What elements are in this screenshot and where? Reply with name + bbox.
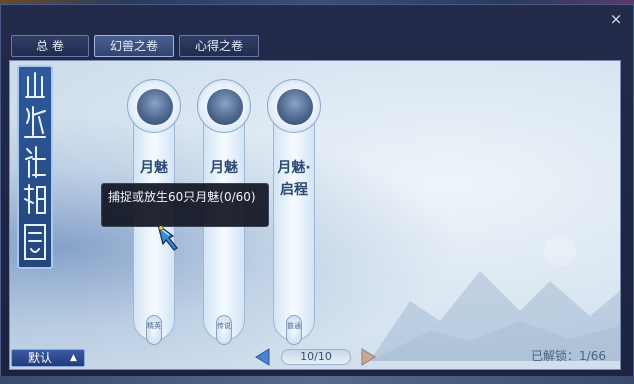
tab-overview[interactable]: 总 卷 [11, 35, 89, 57]
card-medallion [267, 79, 321, 133]
tab-insights[interactable]: 心得之卷 [179, 35, 259, 57]
masked-beast-portrait-icon [207, 89, 243, 125]
unlocked-label: 已解锁： [531, 349, 580, 363]
sort-dropdown-button[interactable]: 默认 ▲ [11, 349, 85, 367]
tooltip: 捕捉或放生60只月魅(0/60) [101, 183, 269, 227]
page-indicator: 10/10 [281, 349, 351, 365]
card-name: 月魅 [210, 160, 238, 176]
masked-beast-portrait-icon [277, 89, 313, 125]
next-page-button[interactable] [358, 347, 378, 367]
background-bottom-strip [0, 376, 634, 384]
card-name: 月魅 [140, 160, 168, 176]
unlocked-value: 1/66 [579, 349, 606, 363]
prev-page-button[interactable] [253, 347, 273, 367]
sort-label: 默认 [28, 351, 53, 365]
mountain-landscape-decoration [370, 235, 620, 361]
beast-card[interactable]: 月魅·启程 普通 [267, 79, 321, 345]
close-button[interactable]: × [609, 10, 623, 28]
seal-emblem [17, 65, 53, 269]
card-name: 月魅·启程 [277, 160, 311, 198]
sword-cursor-icon [156, 223, 178, 251]
masked-beast-portrait-icon [137, 89, 173, 125]
tab-label: 心得之卷 [194, 39, 243, 53]
rarity-badge: 精英 [146, 315, 162, 345]
close-icon: × [609, 10, 623, 28]
card-body [273, 101, 315, 341]
card-medallion [127, 79, 181, 133]
rarity-badge: 传说 [216, 315, 232, 345]
tab-label: 幻兽之卷 [109, 39, 158, 53]
tab-label: 总 卷 [36, 39, 64, 53]
caret-up-icon: ▲ [70, 353, 77, 363]
card-medallion [197, 79, 251, 133]
unlocked-count: 已解锁：1/66 [531, 347, 621, 365]
tab-beasts[interactable]: 幻兽之卷 [94, 35, 174, 57]
rarity-badge: 普通 [286, 315, 302, 345]
seal-calligraphy-icon [24, 72, 46, 260]
